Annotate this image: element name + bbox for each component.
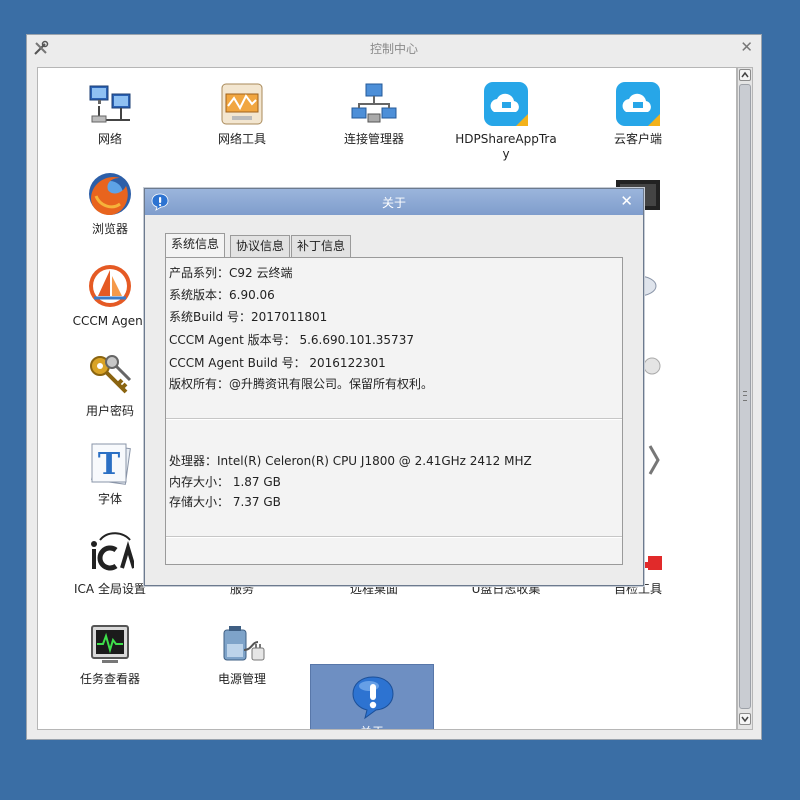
item-label: 连接管理器	[343, 132, 404, 146]
product-series-text: 产品系列：C92 云终端	[169, 266, 293, 280]
about-dialog-title: 关于	[381, 196, 406, 210]
tab-protocol-info[interactable]: 协议信息	[230, 235, 291, 257]
system-version-text: 系统版本：6.90.06	[169, 288, 275, 302]
cloud-app-icon	[484, 82, 528, 126]
network-tools-icon	[221, 83, 263, 125]
item-hdpshare[interactable]: HDPShareAppTra y	[444, 72, 568, 161]
divider	[166, 536, 622, 538]
copyright-text: 版权所有：@升腾资讯有限公司。保留所有权利。	[169, 377, 434, 391]
item-label: 电源管理	[217, 672, 266, 686]
scroll-down-button[interactable]	[739, 713, 751, 725]
item-network[interactable]: 网络	[48, 72, 172, 152]
system-info-panel: 产品系列：C92 云终端 系统版本：6.90.06 系统Build 号：2017…	[165, 257, 623, 565]
item-cloud-client[interactable]: 云客户端	[576, 72, 700, 152]
item-label: 关于	[311, 725, 433, 729]
item-about[interactable]: 关于	[310, 664, 434, 729]
cloud-client-icon	[616, 82, 660, 126]
storage-size-text: 存储大小： 7.37 GB	[169, 495, 281, 509]
system-build-text: 系统Build 号：2017011801	[169, 310, 328, 324]
chevron-up-icon	[741, 71, 749, 78]
connection-manager-icon	[351, 83, 397, 123]
item-label: 网络工具	[217, 132, 266, 146]
item-label: 任务查看器	[79, 672, 140, 686]
firefox-icon	[89, 173, 131, 216]
memory-size-text: 内存大小： 1.87 GB	[169, 475, 281, 489]
control-center-close-button[interactable]: ✕	[740, 38, 753, 56]
svg-text:T: T	[98, 447, 121, 482]
task-viewer-icon	[91, 625, 129, 663]
processor-text: 处理器：Intel(R) Celeron(R) CPU J1800 @ 2.41…	[169, 454, 532, 468]
item-network-tools[interactable]: 网络工具	[180, 72, 304, 152]
item-power-management[interactable]: 电源管理	[180, 612, 304, 692]
control-center-scrollbar[interactable]	[737, 67, 753, 730]
scroll-thumb[interactable]	[739, 84, 751, 709]
keys-icon	[90, 355, 132, 394]
about-dialog: 关于 ✕ 系统信息 协议信息 补丁信息 产品系列：C92 云终端 系统版本：6.…	[144, 188, 644, 586]
cccm-agent-build-text: CCCM Agent Build 号： 2016122301	[169, 356, 386, 370]
divider	[166, 418, 622, 420]
chevron-down-icon	[741, 716, 749, 723]
control-center-title: 控制中心	[369, 42, 418, 56]
control-center-titlebar[interactable]: 控制中心 ✕	[27, 35, 761, 61]
tab-patch-info[interactable]: 补丁信息	[291, 235, 352, 257]
item-label: HDPShareAppTra y	[444, 132, 568, 162]
item-label: 网络	[97, 132, 122, 146]
about-dialog-close-button[interactable]: ✕	[620, 192, 633, 210]
ica-icon	[91, 532, 134, 571]
item-label-line1: HDPShareAppTra	[455, 132, 557, 146]
item-label-line2: y	[502, 147, 510, 161]
tab-system-info[interactable]: 系统信息	[165, 233, 226, 257]
about-icon	[352, 676, 394, 720]
scroll-up-button[interactable]	[739, 69, 751, 81]
item-connection-manager[interactable]: 连接管理器	[312, 72, 436, 152]
font-icon: T	[91, 443, 131, 485]
about-dialog-titlebar[interactable]: 关于 ✕	[145, 189, 643, 215]
network-icon	[89, 85, 131, 123]
cccm-agent-icon	[89, 265, 131, 307]
item-label: 云客户端	[613, 132, 662, 146]
item-task-viewer[interactable]: 任务查看器	[48, 612, 172, 692]
power-icon	[223, 626, 265, 661]
cccm-agent-version-text: CCCM Agent 版本号： 5.6.690.101.35737	[169, 333, 414, 347]
